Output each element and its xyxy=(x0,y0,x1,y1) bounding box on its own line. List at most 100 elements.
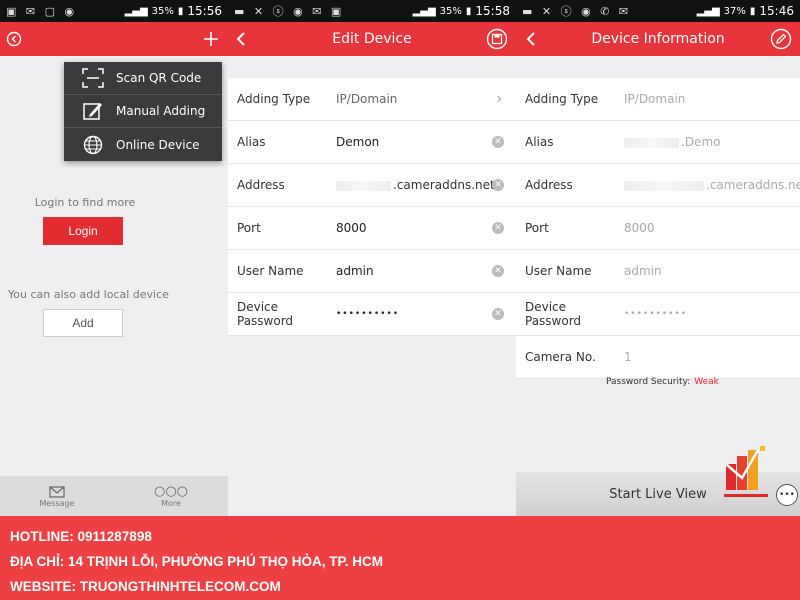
info-row: Device Password •••••••••• xyxy=(516,293,800,336)
field-label: Device Password xyxy=(525,300,582,328)
field-value: IP/Domain xyxy=(624,92,686,106)
menu-item-manual-adding[interactable]: Manual Adding xyxy=(64,95,222,128)
field-value: .Demo xyxy=(616,135,800,149)
clear-icon[interactable]: ✕ xyxy=(492,136,504,148)
alias-input[interactable]: Demon xyxy=(328,135,516,149)
redacted-text xyxy=(336,180,391,191)
edit-pencil-icon[interactable] xyxy=(770,22,792,56)
field-value: •••••••••• xyxy=(624,309,688,319)
field-label: Alias xyxy=(237,135,266,149)
status-bar: ▣ ✉ ▢ ◉ ▂▄▆ 35% ▮ 15:56 xyxy=(0,0,228,22)
device-information-screen: Device Information Adding Type IP/Domain… xyxy=(516,22,800,516)
signal-icon: ▂▄▆ xyxy=(412,5,436,17)
globe-icon xyxy=(82,134,104,156)
port-input[interactable]: 8000 xyxy=(328,221,516,235)
company-logo-icon xyxy=(724,446,768,497)
field-label: Adding Type xyxy=(525,92,599,106)
adding-type-row[interactable]: Adding Type IP/Domain › xyxy=(228,78,516,121)
more-options-icon[interactable]: ••• xyxy=(776,484,798,506)
port-row: Port 8000 ✕ xyxy=(228,207,516,250)
password-security: Password Security: Weak xyxy=(606,377,719,387)
user-name-input[interactable]: admin xyxy=(328,264,516,278)
address-text: ĐỊA CHỈ: 14 TRỊNH LỖI, PHƯỜNG PHÚ THỌ HÒ… xyxy=(10,554,383,569)
address-value: .cameraddns.ne xyxy=(706,178,800,192)
envelope-icon xyxy=(49,485,65,499)
field-label: User Name xyxy=(525,264,592,278)
adding-type-select[interactable]: IP/Domain xyxy=(328,92,516,106)
nav-item-more[interactable]: ○○○ More xyxy=(114,476,228,516)
field-value: .cameraddns.ne xyxy=(616,178,800,192)
page-title: Device Information xyxy=(591,31,725,47)
clear-icon[interactable]: ✕ xyxy=(492,308,504,320)
battery-level: 35% xyxy=(439,5,462,17)
device-info-list: Adding Type IP/Domain Alias .Demo Addres… xyxy=(516,78,800,379)
edit-device-screen: Edit Device Adding Type IP/Domain › Alia… xyxy=(228,22,516,516)
device-password-input[interactable]: •••••••••• xyxy=(328,309,516,319)
menu-item-label: Scan QR Code xyxy=(116,71,202,85)
field-label: Alias xyxy=(525,135,554,149)
alias-row: Alias Demon ✕ xyxy=(228,121,516,164)
back-arrow-icon[interactable] xyxy=(524,22,538,56)
status-bar: ▬ ✕ ⓢ ◉ ✆ ✉ ▂▄▆ 37% ▮ 15:46 xyxy=(516,0,800,22)
field-label: Address xyxy=(525,178,573,192)
menu-item-online-device[interactable]: Online Device xyxy=(64,128,222,161)
edit-device-form: Adding Type IP/Domain › Alias Demon ✕ Ad… xyxy=(228,78,516,336)
user-name-row: User Name admin ✕ xyxy=(228,250,516,293)
nav-item-label: More xyxy=(161,498,181,508)
contact-banner: HOTLINE: 0911287898 ĐỊA CHỈ: 14 TRỊNH LỖ… xyxy=(0,516,800,600)
info-row: Alias .Demo xyxy=(516,121,800,164)
clear-icon[interactable]: ✕ xyxy=(492,222,504,234)
device-info-toolbar: Device Information xyxy=(516,22,800,56)
battery-level: 37% xyxy=(723,5,746,17)
bottom-nav: Message ○○○ More xyxy=(0,476,228,516)
home-toolbar xyxy=(0,22,228,56)
website-text: WEBSITE: TRUONGTHINHTELECOM.COM xyxy=(10,579,281,594)
add-plus-icon[interactable] xyxy=(202,22,220,56)
page-title: Edit Device xyxy=(332,31,412,47)
info-row: Camera No. 1 xyxy=(516,336,800,379)
start-live-view-label: Start Live View xyxy=(609,486,707,502)
menu-item-label: Manual Adding xyxy=(116,104,206,118)
notification-icons: ▬ ✕ ⓢ ◉ ✉ ▣ xyxy=(234,5,345,18)
field-value: 1 xyxy=(624,350,632,364)
add-device-menu: Scan QR Code Manual Adding Online Device xyxy=(64,62,222,161)
save-icon[interactable] xyxy=(486,22,508,56)
local-device-hint: You can also add local device xyxy=(8,288,169,301)
menu-item-scan-qr[interactable]: Scan QR Code xyxy=(64,62,222,95)
signal-icon: ▂▄▆ xyxy=(124,5,148,17)
field-label: User Name xyxy=(237,264,304,278)
notification-icons: ▣ ✉ ▢ ◉ xyxy=(6,4,78,18)
redacted-text xyxy=(624,137,679,148)
hotline-text: HOTLINE: 0911287898 xyxy=(10,529,152,544)
add-local-device-button[interactable]: Add xyxy=(43,309,123,337)
address-input[interactable]: .cameraddns.net xyxy=(328,178,516,192)
chevron-right-icon: › xyxy=(496,91,502,107)
menu-item-label: Online Device xyxy=(116,137,200,152)
password-security-value: Weak xyxy=(694,377,719,387)
clear-icon[interactable]: ✕ xyxy=(492,265,504,277)
edit-device-toolbar: Edit Device xyxy=(228,22,516,56)
home-screen: Scan QR Code Manual Adding Online Device… xyxy=(0,22,228,516)
clock: 15:56 xyxy=(187,4,222,18)
field-label: Port xyxy=(525,221,549,235)
signal-icon: ▂▄▆ xyxy=(696,5,720,17)
back-circle-icon[interactable] xyxy=(6,22,22,56)
battery-icon: ▮ xyxy=(177,5,184,17)
notification-icons: ▬ ✕ ⓢ ◉ ✆ ✉ xyxy=(522,5,632,18)
device-password-row: Device Password •••••••••• ✕ xyxy=(228,293,516,336)
redacted-text xyxy=(624,180,704,191)
alias-value: .Demo xyxy=(681,135,721,149)
field-value: admin xyxy=(624,264,662,278)
clock: 15:46 xyxy=(759,4,794,18)
login-button[interactable]: Login xyxy=(43,217,123,245)
clear-icon[interactable]: ✕ xyxy=(492,179,504,191)
more-dots-icon: ○○○ xyxy=(153,484,189,499)
info-row: Adding Type IP/Domain xyxy=(516,78,800,121)
qr-scan-icon xyxy=(82,67,104,89)
login-hint: Login to find more xyxy=(34,196,136,209)
edit-icon xyxy=(82,100,104,122)
nav-item-message[interactable]: Message xyxy=(0,476,114,516)
field-label: Adding Type xyxy=(237,92,311,106)
back-arrow-icon[interactable] xyxy=(234,22,248,56)
address-row: Address .cameraddns.net ✕ xyxy=(228,164,516,207)
